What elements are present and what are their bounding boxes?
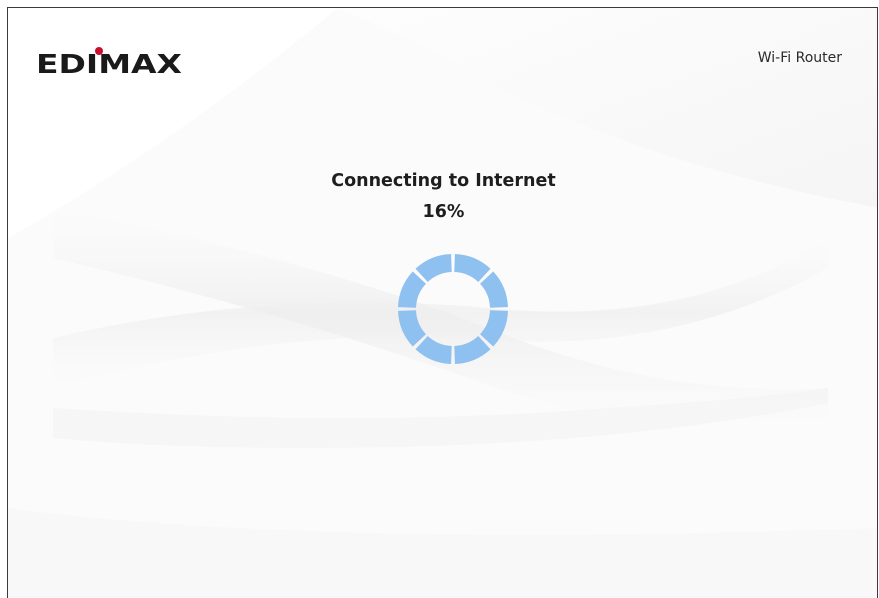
status-title: Connecting to Internet [331, 171, 556, 191]
spinner-segment [398, 271, 426, 308]
spinner-segment [480, 310, 508, 347]
loading-spinner-icon [398, 254, 508, 364]
product-name: Wi-Fi Router [757, 50, 842, 66]
svg-text:EDIMAX: EDIMAX [36, 50, 182, 76]
spinner-segment [454, 336, 491, 364]
spinner-segment [454, 254, 491, 282]
spinner-segment [480, 271, 508, 308]
spinner-segment [398, 310, 426, 347]
router-setup-window: EDIMAX Wi-Fi Router Connecting to Intern… [7, 7, 878, 598]
progress-percentage: 16% [422, 202, 465, 222]
spinner-segment [415, 254, 452, 282]
spinner-segment [415, 336, 452, 364]
edimax-logo: EDIMAX [36, 46, 182, 80]
